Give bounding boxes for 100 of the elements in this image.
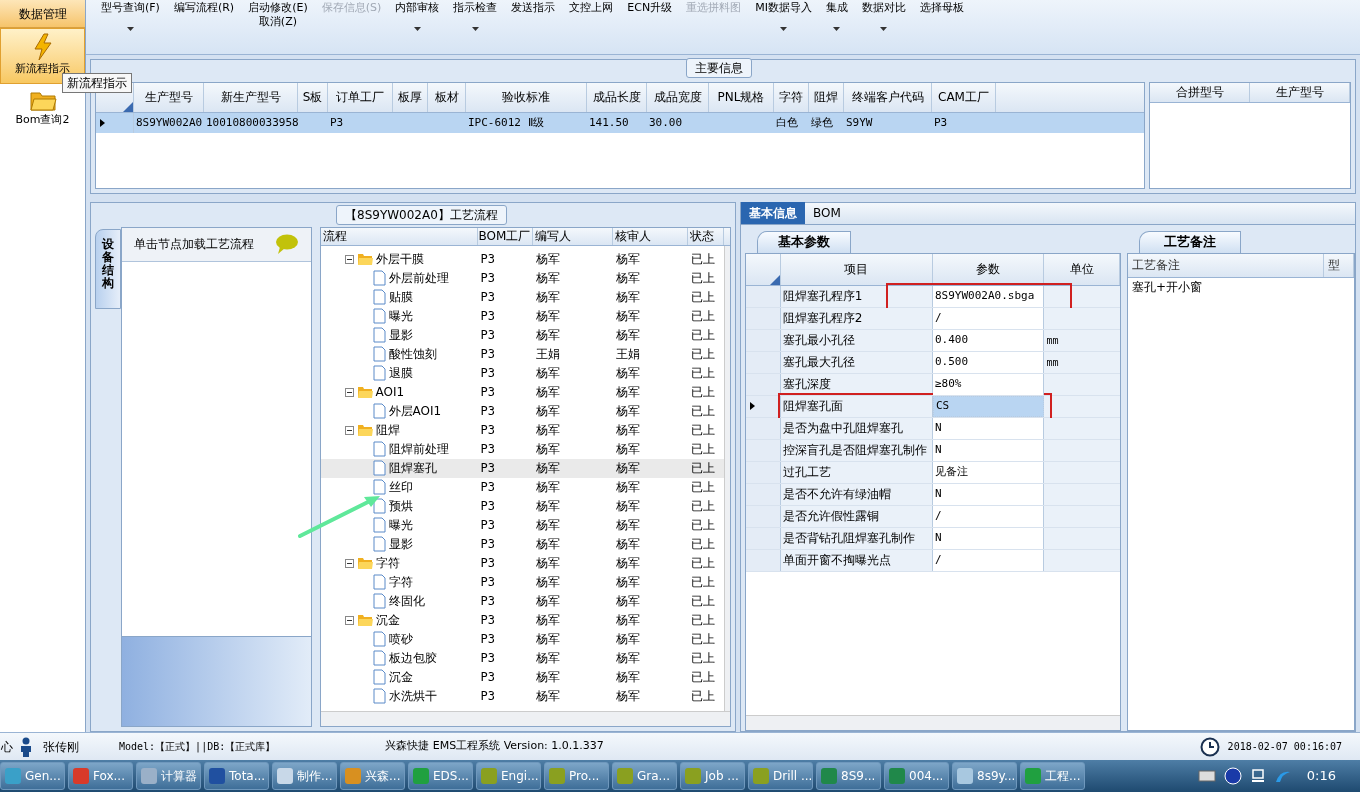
toolbar-button[interactable]: MI数据导入 [748, 0, 819, 50]
tree-node-label[interactable]: 显影 [388, 326, 413, 344]
column-header[interactable]: 成品长度 [587, 82, 647, 112]
tree-node-label[interactable]: 沉金 [388, 668, 413, 686]
tree-row[interactable]: 显影 P3 杨军 杨军 已上 [320, 325, 724, 345]
tree-row[interactable]: 喷砂 P3 杨军 杨军 已上 [320, 629, 724, 649]
tree-row[interactable]: 沉金 P3 杨军 杨军 已上 [320, 610, 724, 630]
column-header[interactable]: 生产型号 [134, 82, 204, 112]
value-cell[interactable]: N [933, 417, 1045, 439]
table-row[interactable]: 控深盲孔是否阻焊塞孔制作 N [746, 439, 1120, 462]
column-header[interactable]: 核审人 [612, 227, 688, 245]
tree-node-label[interactable]: 板边包胶 [388, 649, 437, 667]
toolbar-button[interactable]: 文控上网 [562, 0, 621, 50]
tree-row[interactable]: AOI1 P3 杨军 杨军 已上 [320, 382, 724, 402]
keyboard-icon[interactable] [1197, 770, 1216, 782]
taskbar-button[interactable]: Pro... [544, 762, 609, 790]
tree-node-label[interactable]: 阻焊前处理 [388, 440, 449, 458]
tree-node-label[interactable]: 外层AOI1 [388, 402, 442, 420]
tree-row[interactable]: 外层干膜 P3 杨军 杨军 已上 [320, 249, 724, 269]
tree-node-label[interactable]: 丝印 [388, 478, 413, 496]
column-header[interactable]: 字符 [774, 82, 809, 112]
tree-row[interactable]: 曝光 P3 杨军 杨军 已上 [320, 515, 724, 535]
tree-node-label[interactable]: 贴膜 [388, 288, 413, 306]
column-header[interactable]: 板厚 [393, 82, 428, 112]
value-cell[interactable]: 见备注 [933, 461, 1045, 483]
value-cell[interactable]: CS [933, 395, 1045, 417]
column-header[interactable]: BOM工厂 [477, 227, 533, 245]
tree-node-label[interactable]: 退膜 [388, 364, 413, 382]
taskbar-button[interactable]: 8s9y... [952, 762, 1017, 790]
table-row[interactable]: 是否背钻孔阻焊塞孔制作 N [746, 527, 1120, 550]
tree-row[interactable]: 外层前处理 P3 杨军 杨军 已上 [320, 268, 724, 288]
column-header[interactable]: PNL规格 [709, 82, 774, 112]
tree-node-label[interactable]: 水洗烘干 [388, 687, 437, 705]
column-header[interactable]: 单位 [1044, 253, 1120, 285]
column-header[interactable]: 新生产型号 [204, 82, 298, 112]
collapse-icon[interactable] [344, 558, 354, 568]
taskbar-button[interactable]: Fox... [68, 762, 133, 790]
tree-row[interactable]: 阻焊塞孔 P3 杨军 杨军 已上 [320, 458, 724, 478]
tree-node-label[interactable]: 终固化 [388, 592, 425, 610]
value-cell[interactable]: N [933, 527, 1045, 549]
taskbar-button[interactable]: Engi... [476, 762, 541, 790]
value-cell[interactable]: / [933, 549, 1045, 571]
table-row[interactable]: 单面开窗不掏曝光点 / [746, 549, 1120, 572]
tree-node-label[interactable]: 阻焊塞孔 [388, 459, 437, 477]
vertical-scrollbar[interactable] [723, 245, 730, 711]
tab[interactable]: BOM [805, 201, 849, 224]
column-header[interactable]: 成品宽度 [647, 82, 709, 112]
tree-row[interactable]: 水洗烘干 P3 杨军 杨军 已上 [320, 686, 724, 706]
column-header[interactable]: 工艺备注 [1128, 253, 1324, 277]
toolbar-button[interactable]: 集成 [818, 0, 855, 50]
taskbar-button[interactable]: Gra... [612, 762, 677, 790]
tree-node-label[interactable]: 曝光 [388, 307, 413, 325]
tree-row[interactable]: 阻焊前处理 P3 杨军 杨军 已上 [320, 439, 724, 459]
table-row[interactable]: 8S9YW002A0 10010800033958 P3 IPC-6012 Ⅱ级 141.50 30.00 白色 绿色 S9YW P3 [96, 112, 1144, 133]
toolbar-button[interactable]: 选择母板 [912, 0, 971, 50]
value-cell[interactable]: N [933, 439, 1045, 461]
taskbar-button[interactable]: Job ... [680, 762, 745, 790]
toolbar-button[interactable]: 指示检查 [446, 0, 505, 50]
table-row[interactable]: 是否不允许有绿油帽 N [746, 483, 1120, 506]
value-cell[interactable]: ≥80% [933, 373, 1045, 395]
column-header[interactable]: 编写人 [532, 227, 613, 245]
column-header[interactable]: 项目 [780, 253, 933, 285]
tab[interactable]: 工艺备注 [1139, 230, 1241, 253]
column-header[interactable]: 订单工厂 [328, 82, 393, 112]
table-row[interactable]: 是否为盘中孔阻焊塞孔 N [746, 417, 1120, 440]
taskbar-button[interactable]: EDS... [408, 762, 473, 790]
tree-row[interactable]: 阻焊 P3 杨军 杨军 已上 [320, 420, 724, 440]
tree-node-label[interactable]: 酸性蚀刻 [388, 345, 437, 363]
tree-row[interactable]: 酸性蚀刻 P3 王娟 王娟 已上 [320, 344, 724, 364]
toolbar-button[interactable]: 数据对比 [854, 0, 913, 50]
tree-node-label[interactable]: 喷砂 [388, 630, 413, 648]
value-cell[interactable]: 0.400 [933, 329, 1045, 351]
tree-row[interactable]: 贴膜 P3 杨军 杨军 已上 [320, 287, 724, 307]
tree-row[interactable]: 曝光 P3 杨军 杨军 已上 [320, 306, 724, 326]
table-row[interactable]: 塞孔最小孔径 0.400 mm [746, 329, 1120, 352]
taskbar-button[interactable]: 8S9... [816, 762, 881, 790]
network-icon[interactable] [1249, 768, 1266, 784]
table-row[interactable]: 塞孔最大孔径 0.500 mm [746, 351, 1120, 374]
toolbar-button[interactable]: 内部审核 [388, 0, 447, 50]
select-all-icon[interactable] [123, 101, 133, 112]
tree-node-label[interactable]: 显影 [388, 535, 413, 553]
collapse-icon[interactable] [344, 615, 354, 625]
column-header[interactable]: 生产型号 [1250, 82, 1350, 102]
column-header[interactable]: S板 [298, 82, 328, 112]
value-cell[interactable]: 0.500 [933, 351, 1045, 373]
column-header[interactable]: CAM工厂 [932, 82, 996, 112]
taskbar-button[interactable]: 制作... [272, 762, 337, 790]
tab[interactable]: 基本信息 [741, 201, 805, 224]
tree-row[interactable]: 板边包胶 P3 杨军 杨军 已上 [320, 648, 724, 668]
taskbar-button[interactable]: Gen... [0, 762, 65, 790]
collapse-icon[interactable] [344, 425, 354, 435]
taskbar-button[interactable]: Drill ... [748, 762, 813, 790]
table-row[interactable]: 过孔工艺 见备注 [746, 461, 1120, 484]
tree-row[interactable]: 预烘 P3 杨军 杨军 已上 [320, 496, 724, 516]
tree-node-label[interactable]: 外层前处理 [388, 269, 449, 287]
toolbar-button[interactable]: 启动修改(E) 取消(Z) [241, 0, 315, 50]
tree-row[interactable]: 丝印 P3 杨军 杨军 已上 [320, 477, 724, 497]
tree-row[interactable]: 字符 P3 杨军 杨军 已上 [320, 572, 724, 592]
tree-node-label[interactable]: 外层干膜 [375, 250, 424, 268]
horizontal-scrollbar[interactable] [746, 715, 1120, 730]
